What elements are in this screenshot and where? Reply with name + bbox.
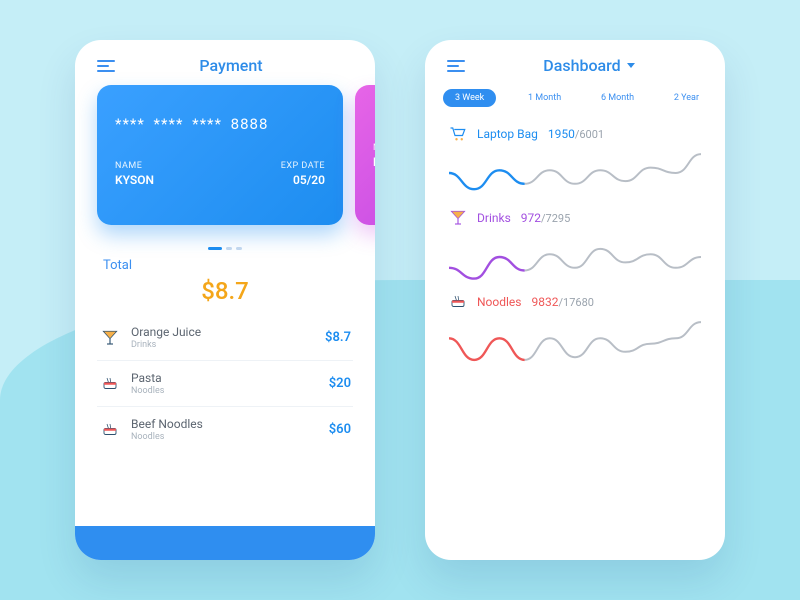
- list-item[interactable]: Beef Noodles Noodles $60: [97, 407, 353, 452]
- item-category: Noodles: [131, 386, 329, 396]
- menu-icon[interactable]: [97, 60, 115, 72]
- item-category: Drinks: [131, 340, 325, 350]
- menu-icon[interactable]: [447, 60, 465, 72]
- carousel-dots[interactable]: [75, 247, 375, 250]
- card-name-label: NAME: [115, 161, 154, 171]
- order-items: Orange Juice Drinks $8.7 Pasta Noodles $…: [75, 315, 375, 452]
- noodles-icon: [99, 419, 121, 441]
- item-name: Orange Juice: [131, 325, 325, 339]
- metric-noodles[interactable]: Noodles 9832/17680: [425, 287, 725, 371]
- item-price: $8.7: [325, 330, 351, 345]
- metric-laptop-bag[interactable]: Laptop Bag 1950/6001: [425, 119, 725, 203]
- dashboard-screen: Dashboard 3 Week 1 Month 6 Month 2 Year …: [425, 40, 725, 560]
- card-name-label: NA: [373, 143, 375, 153]
- chevron-down-icon[interactable]: [627, 63, 635, 68]
- payment-title: Payment: [129, 56, 353, 75]
- card-exp-label: EXP DATE: [281, 161, 325, 171]
- noodles-icon: [99, 373, 121, 395]
- item-price: $60: [329, 422, 351, 437]
- cocktail-icon: [99, 327, 121, 349]
- card-number: **** **** **** 8888: [115, 115, 325, 133]
- metric-name: Noodles: [477, 295, 522, 309]
- list-item[interactable]: Orange Juice Drinks $8.7: [97, 315, 353, 361]
- credit-card-secondary[interactable]: NA KY: [355, 85, 375, 225]
- total-amount: $8.7: [75, 277, 375, 305]
- metric-value: 972/7295: [521, 211, 571, 225]
- list-item[interactable]: Pasta Noodles $20: [97, 361, 353, 407]
- total-label: Total: [75, 258, 375, 273]
- cart-icon: [449, 125, 467, 143]
- dashboard-header: Dashboard: [425, 40, 725, 85]
- cocktail-icon: [449, 209, 467, 227]
- item-name: Pasta: [131, 371, 329, 385]
- credit-card-primary[interactable]: **** **** **** 8888 NAME KYSON EXP DATE …: [97, 85, 343, 225]
- metric-sparkline: [449, 143, 701, 203]
- tab-2year[interactable]: 2 Year: [666, 89, 707, 107]
- metric-sparkline: [449, 227, 701, 287]
- metric-value: 9832/17680: [532, 295, 594, 309]
- cards-carousel[interactable]: **** **** **** 8888 NAME KYSON EXP DATE …: [75, 85, 375, 235]
- dashboard-title: Dashboard: [543, 56, 620, 75]
- card-name: KY: [373, 155, 375, 169]
- item-name: Beef Noodles: [131, 417, 329, 431]
- pay-button[interactable]: [75, 526, 375, 560]
- metric-drinks[interactable]: Drinks 972/7295: [425, 203, 725, 287]
- card-name: KYSON: [115, 173, 154, 187]
- payment-header: Payment: [75, 40, 375, 85]
- card-exp: 05/20: [281, 173, 325, 187]
- metric-name: Drinks: [477, 211, 511, 225]
- metric-value: 1950/6001: [548, 127, 604, 141]
- tab-1month[interactable]: 1 Month: [520, 89, 569, 107]
- tab-3week[interactable]: 3 Week: [443, 89, 496, 107]
- item-price: $20: [329, 376, 351, 391]
- metric-name: Laptop Bag: [477, 127, 538, 141]
- item-category: Noodles: [131, 432, 329, 442]
- noodles-icon: [449, 293, 467, 311]
- payment-screen: Payment **** **** **** 8888 NAME KYSON E…: [75, 40, 375, 560]
- metric-sparkline: [449, 311, 701, 371]
- time-range-tabs: 3 Week 1 Month 6 Month 2 Year: [425, 85, 725, 119]
- tab-6month[interactable]: 6 Month: [593, 89, 642, 107]
